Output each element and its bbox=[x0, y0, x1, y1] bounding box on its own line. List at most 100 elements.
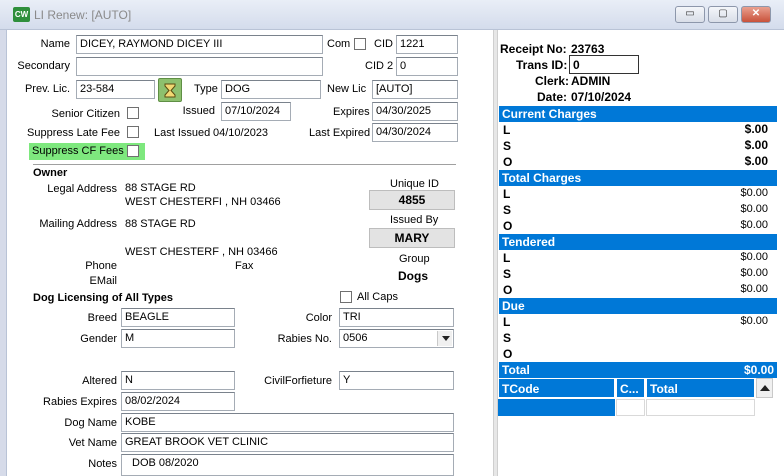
unique-id-label: Unique ID bbox=[390, 178, 439, 190]
current-charges-amount-l: $.00 bbox=[744, 122, 768, 136]
tendered-key-o: O bbox=[503, 283, 513, 297]
mailing-address-line2: WEST CHESTERF , NH 03466 bbox=[125, 246, 278, 258]
total-label: Total bbox=[502, 363, 530, 377]
transaction-grid: TCode C... Total bbox=[498, 378, 773, 476]
current-charges-amount-s: $.00 bbox=[744, 138, 768, 152]
grid-column-c[interactable]: C... bbox=[616, 378, 645, 398]
dog-licensing-header: Dog Licensing of All Types bbox=[33, 292, 173, 304]
suppress-cf-fees-label: Suppress CF Fees bbox=[32, 145, 124, 157]
dog-name-field[interactable]: KOBE bbox=[121, 413, 454, 432]
grid-cell[interactable] bbox=[646, 399, 755, 416]
due-amount-l: $0.00 bbox=[740, 315, 768, 327]
minimize-button[interactable]: ▭ bbox=[675, 6, 705, 23]
notes-field[interactable]: DOB 08/2020 bbox=[121, 454, 454, 476]
notes-label: Notes bbox=[88, 458, 117, 470]
group-label: Group bbox=[399, 253, 430, 265]
trans-id-field[interactable]: 0 bbox=[569, 55, 639, 74]
total-charges-key-s: S bbox=[503, 203, 512, 217]
owner-header: Owner bbox=[33, 167, 68, 179]
current-charges-header: Current Charges bbox=[499, 106, 777, 122]
tendered-key-l: L bbox=[503, 251, 511, 265]
section-divider bbox=[33, 164, 456, 165]
gender-label: Gender bbox=[80, 333, 117, 345]
close-button[interactable]: ✕ bbox=[741, 6, 771, 23]
tendered-amount-s: $0.00 bbox=[740, 267, 768, 279]
rabies-no-select[interactable]: 0506 bbox=[339, 329, 454, 348]
total-charges-amount-s: $0.00 bbox=[740, 203, 768, 215]
lookup-button[interactable] bbox=[158, 78, 182, 102]
current-charges-key-o: O bbox=[503, 155, 513, 169]
maximize-button[interactable]: ▢ bbox=[708, 6, 738, 23]
prev-lic-field[interactable]: 23-584 bbox=[76, 80, 155, 99]
suppress-late-fee-label: Suppress Late Fee bbox=[27, 127, 120, 139]
senior-citizen-checkbox[interactable] bbox=[127, 107, 139, 119]
current-charges-key-l: L bbox=[503, 123, 511, 137]
cid-label: CID bbox=[374, 38, 393, 50]
breed-label: Breed bbox=[87, 312, 117, 324]
total-charges-header: Total Charges bbox=[499, 170, 777, 186]
receipt-no-value: 23763 bbox=[571, 42, 605, 56]
receipt-no-label: Receipt No: bbox=[500, 42, 567, 56]
cid2-label: CID 2 bbox=[365, 60, 394, 72]
vet-name-field[interactable]: GREAT BROOK VET CLINIC bbox=[121, 433, 454, 452]
grid-selected-cell[interactable] bbox=[498, 399, 615, 416]
current-charges-amount-o: $.00 bbox=[744, 154, 768, 168]
issued-by-label: Issued By bbox=[390, 214, 439, 226]
color-label: Color bbox=[305, 312, 332, 324]
secondary-field[interactable] bbox=[76, 57, 323, 76]
issued-label: Issued bbox=[182, 105, 215, 117]
total-charges-amount-o: $0.00 bbox=[740, 219, 768, 231]
clerk-value: ADMIN bbox=[571, 74, 611, 88]
altered-field[interactable]: N bbox=[121, 371, 235, 390]
all-caps-checkbox[interactable] bbox=[340, 291, 352, 303]
group-value: Dogs bbox=[398, 269, 428, 283]
grid-scroll-up-icon[interactable] bbox=[756, 378, 773, 398]
rabies-expires-label: Rabies Expires bbox=[43, 396, 117, 408]
suppress-late-fee-checkbox[interactable] bbox=[127, 126, 139, 138]
tendered-key-s: S bbox=[503, 267, 512, 281]
gender-field[interactable]: M bbox=[121, 329, 235, 348]
grid-column-total[interactable]: Total bbox=[646, 378, 755, 398]
last-expired-field[interactable]: 04/30/2024 bbox=[372, 123, 458, 142]
color-field[interactable]: TRI bbox=[339, 308, 454, 327]
new-lic-label: New Lic bbox=[327, 83, 367, 95]
com-checkbox[interactable] bbox=[354, 38, 366, 50]
tendered-amount-l: $0.00 bbox=[740, 251, 768, 263]
rabies-no-value: 0506 bbox=[343, 332, 368, 344]
cid2-field[interactable]: 0 bbox=[396, 57, 458, 76]
issued-date-field[interactable]: 07/10/2024 bbox=[221, 102, 291, 121]
grid-cell[interactable] bbox=[616, 399, 645, 416]
cid-field[interactable]: 1221 bbox=[396, 35, 458, 54]
title-bar: CW LI Renew: [AUTO] ▭ ▢ ✕ bbox=[0, 0, 784, 30]
tendered-amount-o: $0.00 bbox=[740, 283, 768, 295]
main-form: Name DICEY, RAYMOND DICEY III Com CID 12… bbox=[6, 30, 784, 476]
name-field[interactable]: DICEY, RAYMOND DICEY III bbox=[76, 35, 323, 54]
unique-id-value: 4855 bbox=[369, 190, 455, 210]
civil-forfeiture-field[interactable]: Y bbox=[339, 371, 454, 390]
name-label: Name bbox=[40, 38, 70, 50]
clerk-label: Clerk: bbox=[535, 74, 570, 88]
last-expired-label: Last Expired bbox=[309, 127, 371, 139]
expires-date-field[interactable]: 04/30/2025 bbox=[372, 102, 458, 121]
window-title: LI Renew: [AUTO] bbox=[34, 8, 132, 22]
type-field[interactable]: DOG bbox=[221, 80, 321, 99]
prev-lic-label: Prev. Lic. bbox=[24, 83, 70, 95]
mailing-address-label: Mailing Address bbox=[39, 218, 117, 230]
altered-label: Altered bbox=[82, 375, 117, 387]
expires-label: Expires bbox=[333, 106, 370, 118]
current-charges-key-s: S bbox=[503, 139, 512, 153]
due-key-l: L bbox=[503, 315, 511, 329]
new-lic-field[interactable]: [AUTO] bbox=[372, 80, 458, 99]
grid-column-tcode[interactable]: TCode bbox=[498, 378, 615, 398]
legal-address-line2: WEST CHESTERFI , NH 03466 bbox=[125, 196, 281, 208]
total-bar: Total $0.00 bbox=[499, 362, 777, 378]
last-issued-label: Last Issued bbox=[154, 127, 211, 139]
suppress-cf-fees-checkbox[interactable] bbox=[127, 145, 139, 157]
chevron-down-icon[interactable] bbox=[437, 331, 452, 346]
rabies-expires-field[interactable]: 08/02/2024 bbox=[121, 392, 235, 411]
breed-field[interactable]: BEAGLE bbox=[121, 308, 235, 327]
legal-address-label: Legal Address bbox=[47, 183, 117, 195]
due-key-s: S bbox=[503, 331, 512, 345]
civil-forfeiture-label: CivilForfieture bbox=[264, 375, 332, 387]
due-header: Due bbox=[499, 298, 777, 314]
